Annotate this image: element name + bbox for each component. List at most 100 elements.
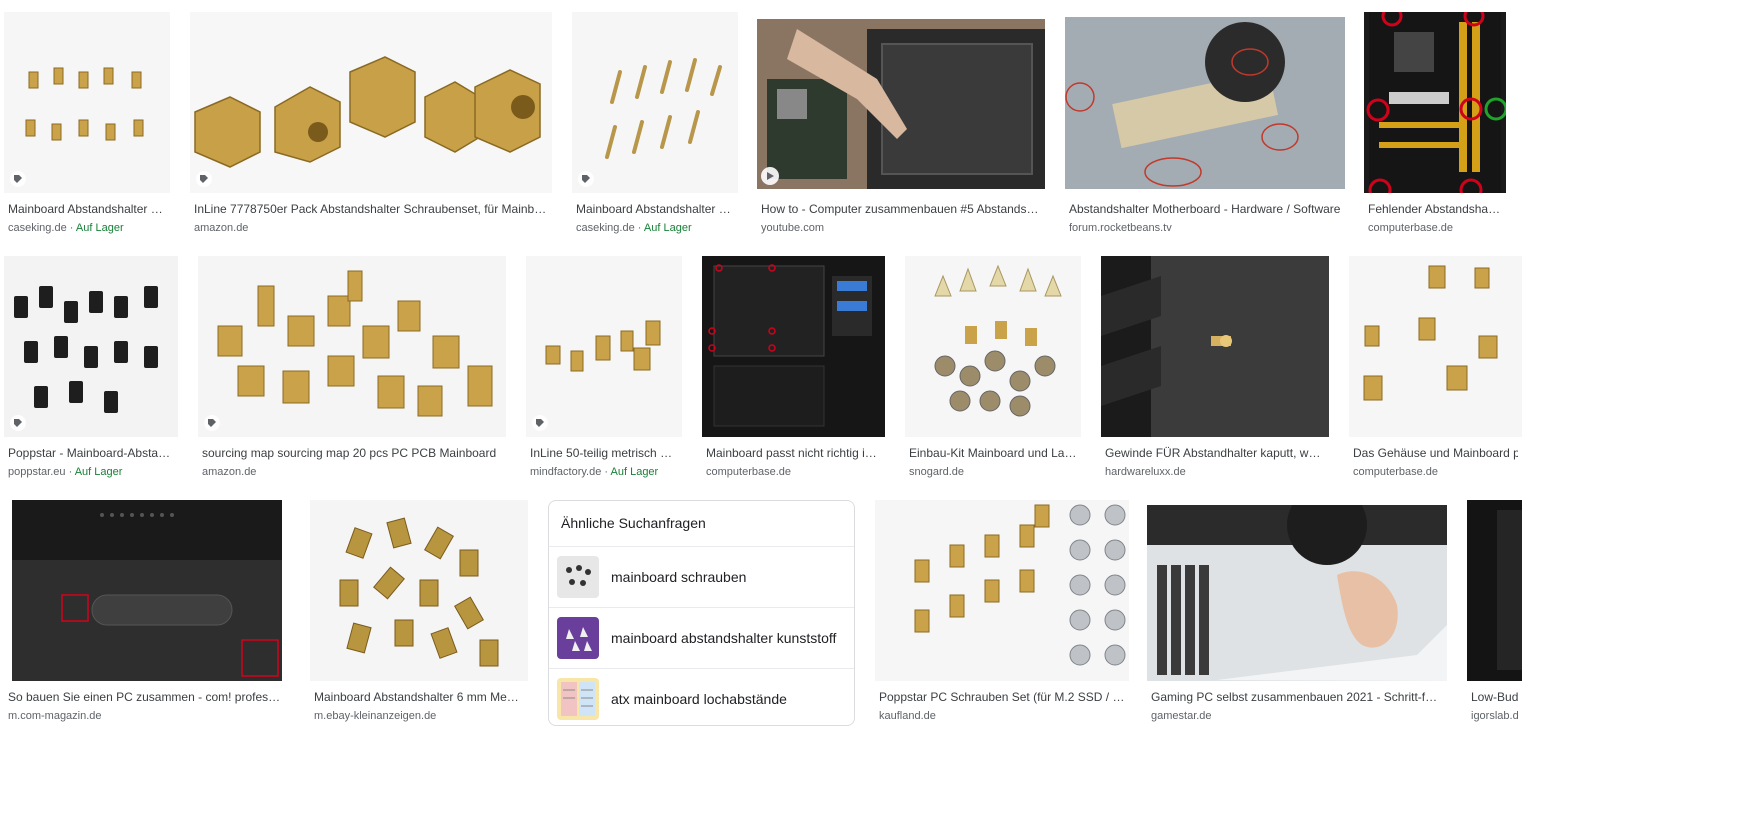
result-image[interactable] xyxy=(1101,256,1329,437)
result-card[interactable]: Poppstar - Mainboard-Abstandshalter popp… xyxy=(4,256,178,481)
result-source: computerbase.de xyxy=(706,466,791,478)
result-card[interactable]: Fehlender Abstandshalter computerbase.de xyxy=(1364,12,1506,237)
result-title[interactable]: How to - Computer zusammenbauen #5 Absta… xyxy=(761,201,1041,217)
related-search-item[interactable]: atx mainboard lochabstände xyxy=(549,669,854,729)
related-search-label: mainboard schrauben xyxy=(611,569,747,585)
result-image[interactable] xyxy=(905,256,1081,437)
pc-case-interior-image xyxy=(702,256,885,437)
result-title[interactable]: Das Gehäuse und Mainboard p xyxy=(1353,445,1518,461)
brass-standoffs-image xyxy=(25,67,144,141)
result-source: computerbase.de xyxy=(1353,466,1438,478)
result-card[interactable]: Poppstar PC Schrauben Set (für M.2 SSD /… xyxy=(875,500,1129,725)
pc-case-standoffs-image xyxy=(12,500,282,681)
result-title[interactable]: Mainboard Abstandshalter Messing, M3 - l… xyxy=(576,201,734,217)
result-card[interactable]: Mainboard Abstandshalter Messing, M3 - l… xyxy=(572,12,738,237)
result-card[interactable]: Gewinde FÜR Abstandhalter kaputt, was tu… xyxy=(1101,256,1329,481)
brass-standoffs-pile-image xyxy=(217,270,493,417)
product-tag-icon xyxy=(532,415,548,431)
result-title[interactable]: InLine 50-teilig metrisch Mainboard xyxy=(530,445,678,461)
product-tag-icon xyxy=(10,171,26,187)
result-card[interactable]: So bauen Sie einen PC zusammen - com! pr… xyxy=(4,500,290,725)
result-card[interactable]: Abstandshalter Motherboard - Hardware / … xyxy=(1065,17,1345,237)
result-title[interactable]: Fehlender Abstandshalter xyxy=(1368,201,1502,217)
result-title[interactable]: Abstandshalter Motherboard - Hardware / … xyxy=(1069,201,1341,217)
play-icon xyxy=(761,167,779,185)
mounting-kit-image xyxy=(934,264,1062,417)
result-image[interactable] xyxy=(1147,505,1447,681)
result-image[interactable] xyxy=(198,256,506,437)
result-title[interactable]: Mainboard Abstandshalter 6 mm Messing xyxy=(314,689,524,705)
screws-set-image xyxy=(914,504,1126,666)
result-image[interactable] xyxy=(4,12,170,193)
result-card[interactable]: Gaming PC selbst zusammenbauen 2021 - Sc… xyxy=(1147,505,1447,725)
result-title[interactable]: So bauen Sie einen PC zusammen - com! pr… xyxy=(8,689,286,705)
result-card[interactable]: How to - Computer zusammenbauen #5 Absta… xyxy=(757,19,1045,237)
related-search-item[interactable]: mainboard schrauben xyxy=(549,547,854,608)
related-search-thumbnail xyxy=(557,617,599,659)
result-title[interactable]: InLine 7778750er Pack Abstandshalter Sch… xyxy=(194,201,548,217)
product-tag-icon xyxy=(10,415,26,431)
result-image[interactable] xyxy=(1349,256,1522,437)
result-card[interactable]: Low-Bud igorslab.d xyxy=(1467,500,1522,725)
result-source: m.com-magazin.de xyxy=(8,710,102,722)
result-title[interactable]: Mainboard passt nicht richtig ins Gehäus… xyxy=(706,445,881,461)
result-card[interactable]: Einbau-Kit Mainboard und Laufwerke snoga… xyxy=(905,256,1081,481)
result-card[interactable]: Mainboard passt nicht richtig ins Gehäus… xyxy=(702,256,885,481)
related-search-label: mainboard abstandshalter kunststoff xyxy=(611,630,837,646)
result-card[interactable]: Das Gehäuse und Mainboard p computerbase… xyxy=(1349,256,1522,481)
result-image[interactable] xyxy=(310,500,528,681)
result-source: poppstar.eu · Auf Lager xyxy=(8,466,123,478)
result-source: hardwareluxx.de xyxy=(1105,466,1186,478)
result-image[interactable] xyxy=(526,256,682,437)
result-card[interactable]: sourcing map sourcing map 20 pcs PC PCB … xyxy=(198,256,506,481)
related-searches-heading: Ähnliche Suchanfragen xyxy=(549,501,854,547)
white-pc-case-assembly-image xyxy=(1147,505,1447,681)
result-source: snogard.de xyxy=(909,466,965,478)
result-title[interactable]: Mainboard Abstandshalter Messing, M3 - 1… xyxy=(8,201,166,217)
result-source: igorslab.d xyxy=(1471,710,1518,722)
result-source: m.ebay-kleinanzeigen.de xyxy=(314,710,437,722)
result-card[interactable]: Mainboard Abstandshalter Messing, M3 - 1… xyxy=(4,12,170,237)
result-title[interactable]: Low-Bud xyxy=(1471,689,1518,705)
result-title[interactable]: Gewinde FÜR Abstandhalter kaputt, was tu… xyxy=(1105,445,1325,461)
result-image[interactable] xyxy=(875,500,1129,681)
result-source: computerbase.de xyxy=(1368,222,1453,234)
result-card[interactable]: InLine 50-teilig metrisch Mainboard mind… xyxy=(526,256,682,481)
standoff-set-image xyxy=(545,320,661,372)
result-card[interactable]: InLine 7778750er Pack Abstandshalter Sch… xyxy=(190,12,552,237)
product-tag-icon xyxy=(204,415,220,431)
result-source: mindfactory.de · Auf Lager xyxy=(530,466,659,478)
result-image[interactable] xyxy=(572,12,738,193)
threaded-standoff-closeup-image xyxy=(1101,256,1329,437)
result-image[interactable] xyxy=(757,19,1045,189)
related-search-thumbnail xyxy=(557,556,599,598)
result-title[interactable]: Poppstar PC Schrauben Set (für M.2 SSD /… xyxy=(879,689,1125,705)
black-plastic-standoffs-image xyxy=(14,286,158,413)
result-source: kaufland.de xyxy=(879,710,936,722)
result-image[interactable] xyxy=(4,256,178,437)
result-source: amazon.de xyxy=(202,466,257,478)
result-title[interactable]: Gaming PC selbst zusammenbauen 2021 - Sc… xyxy=(1151,689,1443,705)
result-image[interactable] xyxy=(190,12,552,193)
result-source: gamestar.de xyxy=(1151,710,1212,722)
result-title[interactable]: Poppstar - Mainboard-Abstandshalter xyxy=(8,445,174,461)
product-tag-icon xyxy=(196,171,212,187)
result-title[interactable]: Einbau-Kit Mainboard und Laufwerke xyxy=(909,445,1077,461)
related-search-item[interactable]: mainboard abstandshalter kunststoff xyxy=(549,608,854,669)
brass-standoffs-scattered-image xyxy=(1363,265,1498,401)
result-image[interactable] xyxy=(12,500,282,681)
result-source: youtube.com xyxy=(761,222,824,234)
result-image[interactable] xyxy=(702,256,885,437)
result-card[interactable]: Mainboard Abstandshalter 6 mm Messing m.… xyxy=(310,500,528,725)
related-search-label: atx mainboard lochabstände xyxy=(611,691,787,707)
long-standoffs-image xyxy=(605,58,722,159)
result-title[interactable]: sourcing map sourcing map 20 pcs PC PCB … xyxy=(202,445,502,461)
result-image[interactable] xyxy=(1364,12,1506,193)
result-source: caseking.de · Auf Lager xyxy=(8,222,124,234)
brass-standoffs-heap-image xyxy=(339,517,499,667)
result-source: caseking.de · Auf Lager xyxy=(576,222,692,234)
dark-pc-image xyxy=(1467,500,1522,681)
result-image[interactable] xyxy=(1065,17,1345,189)
motherboard-tray-image xyxy=(1065,17,1345,189)
result-image[interactable] xyxy=(1467,500,1522,681)
